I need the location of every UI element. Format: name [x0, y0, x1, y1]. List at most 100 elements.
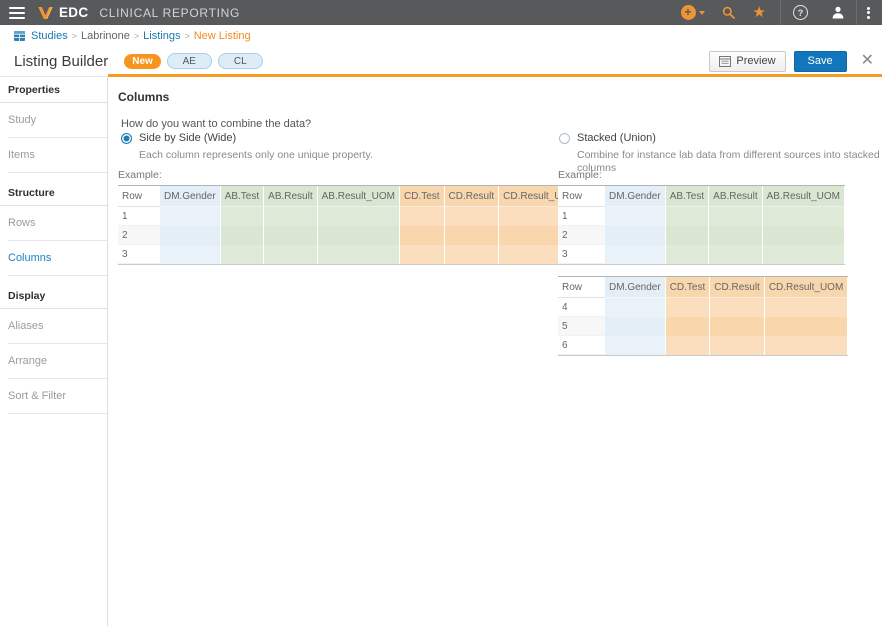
breadcrumb-labrinone: Labrinone — [81, 30, 130, 42]
example-row-6: 6 — [558, 336, 848, 355]
sidebar-item-columns[interactable]: Columns — [8, 241, 107, 276]
row-number-cell: 3 — [118, 245, 160, 264]
sidebar-item-study[interactable]: Study — [8, 103, 107, 138]
data-cell — [666, 336, 711, 355]
data-cell — [763, 207, 845, 226]
column-header-row: Row — [558, 186, 605, 207]
section-heading: Columns — [118, 90, 169, 104]
column-header-cd-result: CD.Result — [445, 186, 500, 207]
sidebar-item-items[interactable]: Items — [8, 138, 107, 173]
row-number-cell: 2 — [118, 226, 160, 245]
header-row: RowDM.GenderAB.TestAB.ResultAB.Result_UO… — [558, 186, 845, 207]
sidebar-heading-display: Display — [0, 290, 107, 309]
option-stacked-description: Combine for instance lab data from diffe… — [577, 149, 882, 175]
data-cell — [400, 226, 445, 245]
column-header-ab-result-uom: AB.Result_UOM — [318, 186, 400, 207]
data-cell — [605, 207, 666, 226]
example-row-2: 2 — [558, 226, 845, 245]
caret-down-icon — [699, 11, 705, 15]
example-table-wide: RowDM.GenderAB.TestAB.ResultAB.Result_UO… — [118, 185, 583, 265]
main-content: Columns How do you want to combine the d… — [109, 77, 882, 626]
create-plus-icon[interactable]: + — [673, 0, 713, 25]
tag-badge-ae: AE — [167, 53, 212, 69]
example-row-3: 3 — [118, 245, 583, 264]
option-side-by-side[interactable]: Side by Side (Wide) — [121, 132, 236, 144]
column-header-cd-test: CD.Test — [400, 186, 445, 207]
sidebar-heading-properties: Properties — [0, 84, 107, 103]
sidebar-item-sort-filter[interactable]: Sort & Filter — [8, 379, 107, 414]
sidebar-navigation: Properties Study Items Structure Rows Co… — [0, 77, 108, 626]
kebab-menu-icon[interactable] — [857, 0, 882, 25]
row-number-cell: 4 — [558, 298, 605, 317]
search-icon[interactable] — [713, 0, 744, 25]
data-cell — [221, 207, 264, 226]
preview-button-label: Preview — [736, 55, 775, 67]
user-icon[interactable] — [820, 0, 856, 25]
favorites-star-icon[interactable]: ★ — [744, 0, 775, 25]
badge-group: New AE CL — [124, 53, 263, 69]
data-cell — [710, 298, 765, 317]
data-cell — [765, 317, 848, 336]
column-header-ab-test: AB.Test — [666, 186, 709, 207]
preview-button[interactable]: Preview — [709, 51, 785, 72]
example-table-stacked-bottom: RowDM.GenderCD.TestCD.ResultCD.Result_UO… — [558, 276, 848, 356]
data-cell — [264, 245, 317, 264]
app-subtitle: CLINICAL REPORTING — [99, 6, 240, 20]
status-badge-new: New — [124, 54, 161, 69]
sidebar-item-rows[interactable]: Rows — [8, 206, 107, 241]
column-header-ab-result: AB.Result — [709, 186, 762, 207]
data-cell — [709, 226, 762, 245]
column-header-dm-gender: DM.Gender — [160, 186, 221, 207]
breadcrumb-listings[interactable]: Listings — [143, 30, 180, 42]
breadcrumb-studies[interactable]: Studies — [31, 30, 68, 42]
example-row-2: 2 — [118, 226, 583, 245]
header-actions: Preview Save ✕ — [709, 51, 874, 72]
data-cell — [605, 298, 666, 317]
help-icon[interactable]: ? — [781, 0, 820, 25]
data-cell — [605, 245, 666, 264]
column-header-row: Row — [558, 277, 605, 298]
data-cell — [709, 245, 762, 264]
column-header-dm-gender: DM.Gender — [605, 186, 666, 207]
example-row-5: 5 — [558, 317, 848, 336]
data-cell — [264, 207, 317, 226]
column-header-cd-test: CD.Test — [666, 277, 711, 298]
save-button[interactable]: Save — [794, 51, 847, 72]
data-cell — [709, 207, 762, 226]
data-cell — [160, 226, 221, 245]
option-stacked-label: Stacked (Union) — [577, 132, 656, 144]
page-title: Listing Builder — [14, 53, 108, 70]
option-side-by-side-description: Each column represents only one unique p… — [139, 149, 469, 162]
data-cell — [605, 317, 666, 336]
radio-stacked[interactable] — [559, 133, 570, 144]
data-cell — [160, 207, 221, 226]
hamburger-menu-icon[interactable] — [9, 4, 25, 22]
column-header-ab-result: AB.Result — [264, 186, 317, 207]
breadcrumb-separator: > — [134, 31, 139, 41]
close-icon[interactable]: ✕ — [861, 53, 874, 69]
data-cell — [221, 226, 264, 245]
preview-table-icon — [719, 56, 731, 67]
data-cell — [763, 245, 845, 264]
row-number-cell: 1 — [118, 207, 160, 226]
data-cell — [765, 298, 848, 317]
studies-grid-icon — [14, 31, 25, 41]
data-cell — [318, 245, 400, 264]
data-cell — [400, 245, 445, 264]
option-stacked[interactable]: Stacked (Union) — [559, 132, 656, 144]
data-cell — [765, 336, 848, 355]
breadcrumb-separator: > — [72, 31, 77, 41]
plus-glyph: + — [681, 5, 696, 20]
data-cell — [666, 317, 711, 336]
column-header-row: Row — [118, 186, 160, 207]
row-number-cell: 6 — [558, 336, 605, 355]
sidebar-item-aliases[interactable]: Aliases — [8, 309, 107, 344]
example-row-3: 3 — [558, 245, 845, 264]
column-header-ab-result-uom: AB.Result_UOM — [763, 186, 845, 207]
option-side-by-side-label: Side by Side (Wide) — [139, 132, 236, 144]
sidebar-item-arrange[interactable]: Arrange — [8, 344, 107, 379]
top-app-bar: EDC CLINICAL REPORTING + ★ ? — [0, 0, 882, 25]
radio-side-by-side[interactable] — [121, 133, 132, 144]
data-cell — [400, 207, 445, 226]
column-header-ab-test: AB.Test — [221, 186, 264, 207]
